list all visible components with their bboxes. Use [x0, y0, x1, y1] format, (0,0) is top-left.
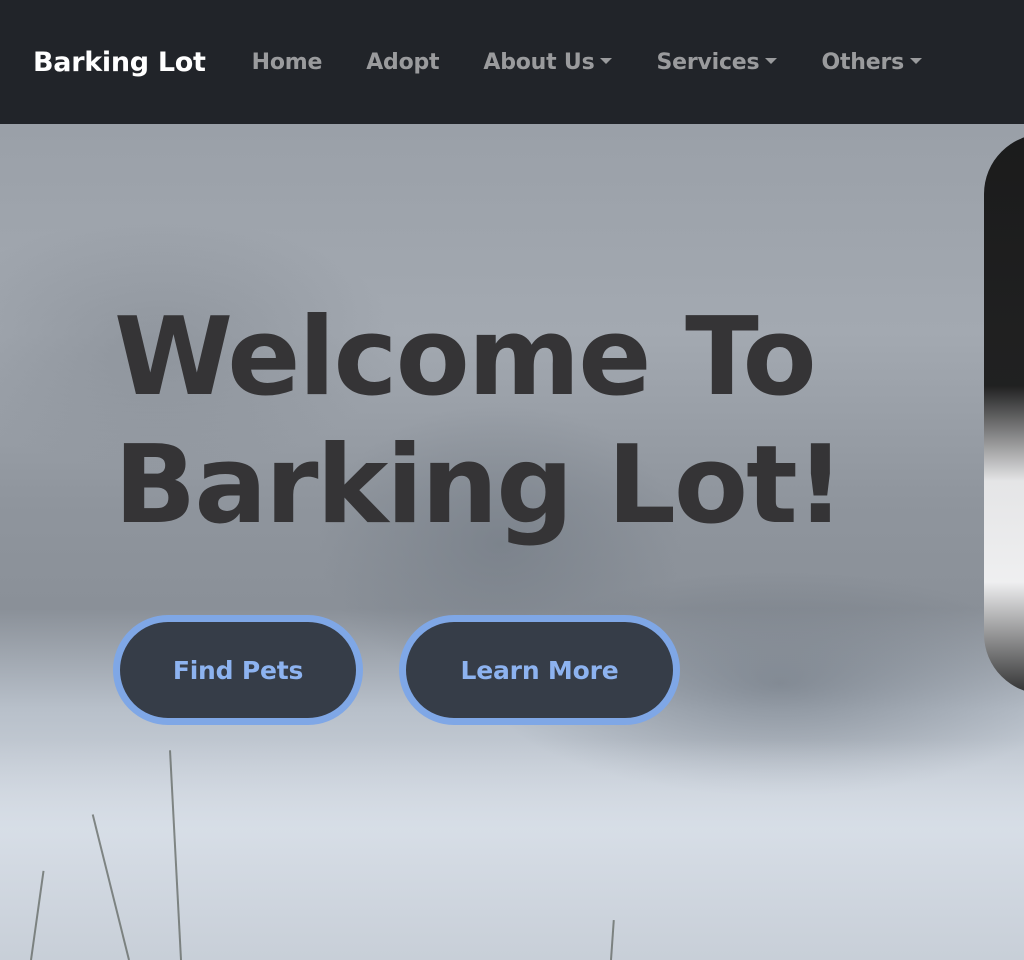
brand-logo-text[interactable]: Barking Lot — [33, 47, 206, 78]
nav-item-label: Services — [656, 49, 760, 75]
hero-title-line-1: Welcome To — [114, 295, 817, 420]
caret-down-icon — [909, 58, 922, 64]
nav-item-services[interactable]: Services — [640, 50, 793, 75]
navbar: Barking Lot Home Adopt About Us Services… — [0, 0, 1024, 124]
hero-title-line-2: Barking Lot! — [114, 423, 845, 548]
nav-item-label: Home — [251, 49, 323, 75]
nav-item-label: Adopt — [366, 49, 440, 75]
caret-down-icon — [600, 58, 613, 64]
nav-item-home[interactable]: Home — [236, 50, 339, 75]
nav-item-about-us[interactable]: About Us — [467, 50, 628, 75]
nav-item-label: About Us — [483, 49, 595, 75]
nav-item-label: Others — [821, 49, 904, 75]
caret-down-icon — [765, 58, 778, 64]
learn-more-button[interactable]: Learn More — [399, 615, 680, 725]
hero-section: Welcome To Barking Lot! Find Pets Learn … — [0, 124, 1024, 960]
hero-title: Welcome To Barking Lot! — [114, 294, 994, 550]
nav-item-others[interactable]: Others — [805, 50, 938, 75]
find-pets-button[interactable]: Find Pets — [113, 615, 363, 725]
hero-background-snow — [0, 740, 1024, 960]
nav-list: Home Adopt About Us Services Others — [236, 50, 950, 75]
nav-item-adopt[interactable]: Adopt — [350, 50, 455, 75]
